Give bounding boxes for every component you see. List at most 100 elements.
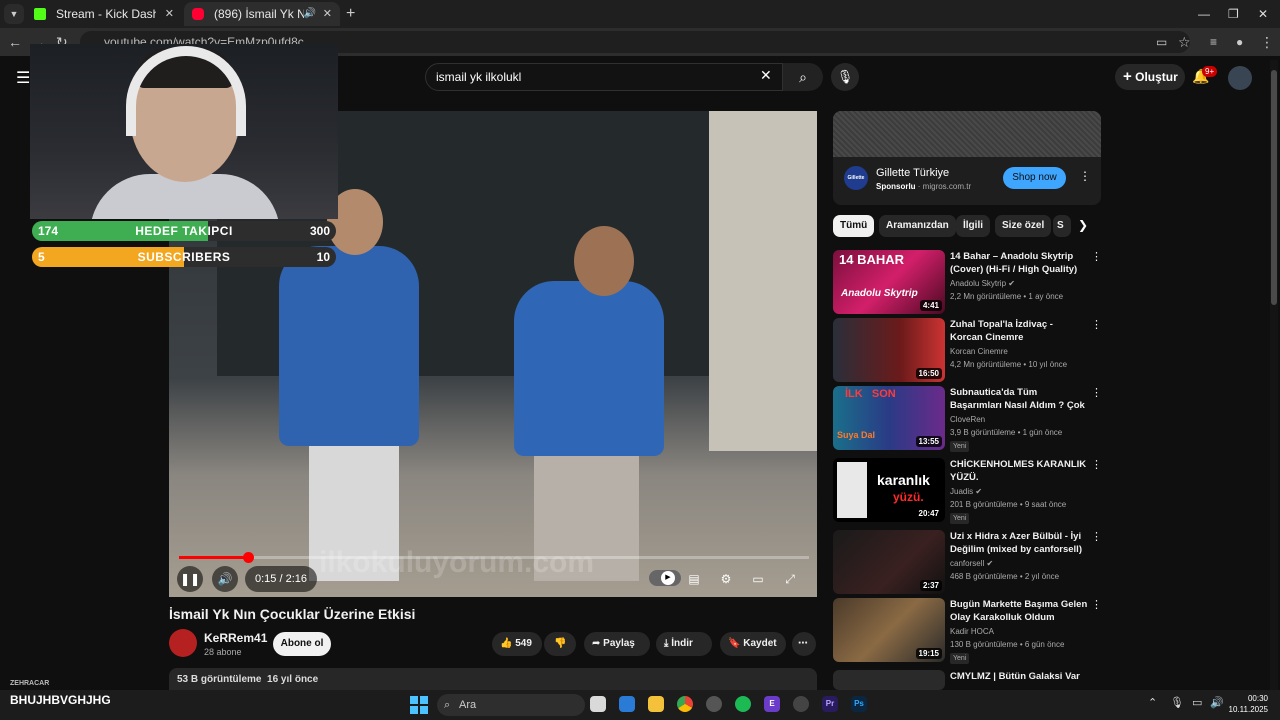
video-thumbnail[interactable]: 14 BAHAR Anadolu Skytrip 4:41	[833, 250, 945, 314]
cast-icon[interactable]: ▭	[1156, 32, 1167, 52]
pause-button[interactable]: ❚❚	[177, 566, 203, 592]
search-button[interactable]: ⌕	[783, 63, 823, 91]
sponsored-ad[interactable]: Gillette Gillette Türkiye Sponsorlu · mi…	[833, 111, 1101, 205]
video-menu-icon[interactable]: ⋮	[1091, 598, 1102, 611]
youtube-favicon-icon	[192, 8, 204, 20]
photoshop-icon[interactable]: Ps	[851, 696, 867, 712]
create-button[interactable]: + Oluştur	[1115, 64, 1185, 90]
chatgpt-icon[interactable]	[706, 696, 722, 712]
epic-icon[interactable]: E	[764, 696, 780, 712]
media-control-icon[interactable]: ≡	[1210, 32, 1217, 52]
network-icon[interactable]: ▭	[1192, 696, 1202, 709]
video-menu-icon[interactable]: ⋮	[1091, 318, 1102, 331]
recommended-channel: Kadir HOCA	[950, 627, 995, 636]
recommended-video[interactable]: CMYLMZ | Bütün Galaksi Var	[833, 670, 1103, 690]
video-thumbnail[interactable]: 2:37	[833, 530, 945, 594]
share-button[interactable]: ➦ Paylaş	[584, 632, 650, 656]
recommended-video[interactable]: İLK SON Suya Dal 13:55 Subnautica'da Tüm…	[833, 386, 1103, 452]
shop-now-button[interactable]: Shop now	[1003, 167, 1066, 189]
captions-icon: ▤	[688, 572, 700, 586]
browser-tab-kick[interactable]: Stream - Kick Dashboard ✕	[26, 2, 182, 26]
chip-more[interactable]: S	[1053, 215, 1071, 237]
back-button[interactable]: ←	[8, 32, 22, 52]
subscriber-goal-bar: 5 SUBSCRIBERS 10	[32, 247, 336, 267]
video-thumbnail[interactable]	[833, 670, 945, 690]
file-explorer-icon[interactable]	[590, 696, 606, 712]
system-clock[interactable]: 00:30 10.11.2025	[1228, 693, 1268, 715]
account-avatar[interactable]	[1228, 66, 1252, 90]
video-menu-icon[interactable]: ⋮	[1091, 458, 1102, 471]
subscribe-button[interactable]: Abone ol	[273, 632, 331, 656]
page-scrollbar[interactable]	[1270, 60, 1278, 690]
menu-hamburger-icon[interactable]: ☰	[16, 68, 30, 88]
taskbar-search[interactable]: ⌕ Ara	[437, 694, 585, 716]
bookmark-star-icon[interactable]: ☆	[1178, 32, 1191, 52]
description-box[interactable]: 53 B görüntüleme 16 yıl önce	[169, 668, 817, 692]
profile-icon[interactable]: ●	[1236, 32, 1243, 52]
tab-close-icon[interactable]: ✕	[165, 2, 174, 26]
new-tab-button[interactable]: +	[346, 4, 355, 24]
chip-all[interactable]: Tümü	[833, 215, 875, 237]
recommended-video[interactable]: 16:50 Zuhal Topal'la İzdivaç - Korcan Ci…	[833, 318, 1103, 382]
minimize-button[interactable]: —	[1198, 4, 1210, 24]
chip-for-you[interactable]: Size özel	[995, 215, 1052, 237]
scrollbar-thumb[interactable]	[1271, 70, 1277, 305]
volume-button[interactable]: 🔊	[212, 566, 238, 592]
chevron-right-icon[interactable]: ❯	[1078, 218, 1088, 232]
video-thumbnail[interactable]: 19:15	[833, 598, 945, 662]
voice-search-button[interactable]: 🎙	[831, 63, 859, 91]
clear-search-icon[interactable]: ✕	[760, 67, 772, 84]
theater-mode-button[interactable]: ▭	[745, 566, 771, 592]
save-button[interactable]: 🔖 Kaydet	[720, 632, 786, 656]
dislike-button[interactable]: 👎	[544, 632, 576, 656]
search-input[interactable]: ismail yk ilkolukl	[425, 63, 783, 91]
recommended-video[interactable]: 14 BAHAR Anadolu Skytrip 4:41 14 Bahar –…	[833, 250, 1103, 314]
fullscreen-button[interactable]: ⤢	[777, 566, 803, 592]
steam-icon[interactable]	[793, 696, 809, 712]
download-label: İndir	[671, 638, 693, 649]
thumbs-down-icon: 👎	[554, 638, 567, 649]
thumbnail-caption: İLK SON	[845, 388, 896, 400]
chip-related[interactable]: İlgili	[956, 215, 990, 237]
autoplay-play-icon: ▶	[661, 571, 675, 585]
window-close-button[interactable]: ✕	[1258, 4, 1268, 24]
tab-close-icon[interactable]: ✕	[323, 2, 332, 26]
settings-button[interactable]: ⚙	[713, 566, 739, 592]
seek-bar[interactable]	[179, 552, 809, 563]
video-thumbnail[interactable]: karanlık yüzü. 20:47	[833, 458, 945, 522]
spotify-icon[interactable]	[735, 696, 751, 712]
download-button[interactable]: ⤓ İndir	[656, 632, 712, 656]
video-title: İsmail Yk Nın Çocuklar Üzerine Etkisi	[169, 606, 416, 622]
restore-button[interactable]: ❐	[1228, 4, 1239, 24]
tab-audio-icon[interactable]: 🔊	[304, 2, 316, 26]
recommended-video[interactable]: 19:15 Bugün Markette Başıma Gelen Olay K…	[833, 598, 1103, 664]
browser-menu-icon[interactable]: ⋮	[1260, 32, 1274, 52]
folder-icon[interactable]	[648, 696, 664, 712]
tab-search-button[interactable]: ▼	[4, 4, 24, 24]
video-menu-icon[interactable]: ⋮	[1091, 530, 1102, 543]
recommended-video[interactable]: 2:37 Uzi x Hidra x Azer Bülbül - İyi Değ…	[833, 530, 1103, 594]
chip-from-search[interactable]: Aramanızdan	[879, 215, 956, 237]
autoplay-toggle[interactable]: ▶	[649, 570, 681, 586]
video-thumbnail[interactable]: 16:50	[833, 318, 945, 382]
windows-start-icon[interactable]	[410, 696, 428, 714]
more-actions-button[interactable]: ⋯	[792, 632, 816, 656]
like-button[interactable]: 👍 549	[492, 632, 542, 656]
child-one	[279, 246, 419, 446]
premiere-icon[interactable]: Pr	[822, 696, 838, 712]
goal-label: SUBSCRIBERS	[137, 250, 231, 264]
ad-more-icon[interactable]: ⋮	[1079, 169, 1091, 183]
volume-icon[interactable]: 🔊	[1210, 696, 1224, 709]
channel-avatar[interactable]	[169, 629, 197, 657]
video-thumbnail[interactable]: İLK SON Suya Dal 13:55	[833, 386, 945, 450]
video-menu-icon[interactable]: ⋮	[1091, 386, 1102, 399]
subtitles-button[interactable]: ▤	[681, 566, 707, 592]
microphone-icon[interactable]: 🎙	[1170, 696, 1184, 709]
tray-chevron-icon[interactable]: ⌃	[1148, 696, 1157, 709]
recommended-video[interactable]: karanlık yüzü. 20:47 CHİCKENHOLMES KARAN…	[833, 458, 1103, 524]
video-menu-icon[interactable]: ⋮	[1091, 250, 1102, 263]
channel-name[interactable]: KeRRem41	[204, 631, 267, 645]
browser-tab-youtube[interactable]: (896) İsmail Yk Nın Çocukla 🔊 ✕	[184, 2, 340, 26]
chrome-icon[interactable]	[677, 696, 693, 712]
store-icon[interactable]	[619, 696, 635, 712]
